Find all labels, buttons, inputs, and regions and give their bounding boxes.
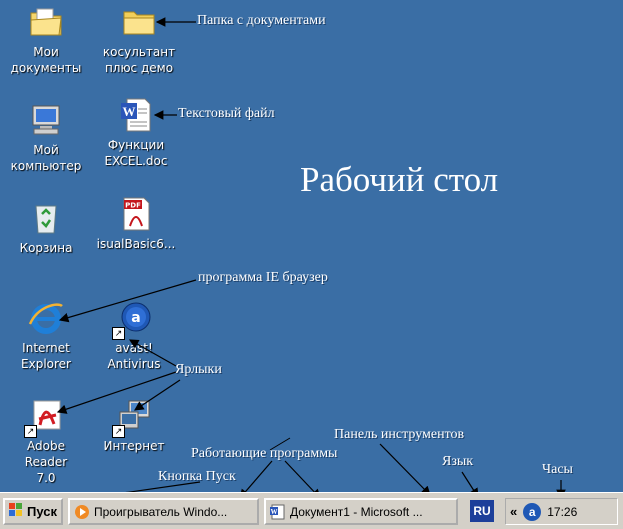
icon-label: avast! — [115, 341, 153, 355]
icon-label: Explorer — [21, 357, 71, 371]
clock[interactable]: 17:26 — [547, 505, 577, 519]
svg-text:PDF: PDF — [125, 202, 141, 210]
icon-label: Мой — [33, 143, 59, 157]
taskbar: Пуск Проигрыватель Windo... W Документ1 … — [0, 492, 623, 529]
icon-label: EXCEL.doc — [104, 154, 168, 168]
recycle-bin-icon — [28, 200, 64, 236]
svg-text:W: W — [271, 508, 278, 516]
icon-label: Adobe Reader — [24, 439, 68, 469]
icon-label: Мои — [33, 45, 59, 59]
icon-label: плюс демо — [104, 61, 174, 75]
icon-label: компьютер — [10, 159, 82, 173]
start-label: Пуск — [27, 504, 57, 519]
language-indicator[interactable]: RU — [470, 500, 494, 522]
taskbar-button-label: Документ1 - Microsoft ... — [290, 504, 423, 519]
annotation-language: Язык — [442, 454, 474, 469]
folder-icon — [121, 4, 157, 40]
start-button[interactable]: Пуск — [3, 498, 63, 525]
annotation-ie-browser: программа IE браузер — [198, 270, 328, 285]
windows-logo-icon — [8, 502, 24, 521]
word-icon: W — [270, 504, 286, 520]
computer-icon — [28, 102, 64, 138]
network-computer-icon: ↗ — [112, 398, 152, 438]
adobe-reader-shortcut-item[interactable]: ↗ Adobe Reader 7.0 — [4, 398, 88, 486]
adobe-reader-icon: ↗ — [24, 398, 64, 438]
icon-label: документы — [10, 61, 82, 75]
shortcut-arrow-icon: ↗ — [112, 425, 125, 438]
icon-label: Функции — [107, 138, 165, 152]
recycle-bin-item[interactable]: Корзина — [4, 200, 88, 256]
annotation-start-button: Кнопка Пуск — [158, 469, 236, 484]
shortcut-arrow-icon: ↗ — [24, 425, 37, 438]
svg-text:a: a — [131, 310, 140, 326]
show-hidden-icons-chevron-icon[interactable]: « — [510, 504, 517, 519]
desktop: Мои документы косультант плюс демо Мой к… — [0, 0, 623, 492]
annotation-folder: Папка с документами — [197, 13, 326, 28]
my-documents-icon — [28, 4, 64, 40]
pdf-icon: PDF — [118, 196, 154, 232]
my-computer-item[interactable]: Мой компьютер — [4, 102, 88, 174]
icon-label: косультант — [102, 45, 176, 59]
icon-label: Antivirus — [107, 357, 161, 371]
icon-label: Internet — [22, 341, 70, 355]
shortcut-arrow-icon: ↗ — [112, 327, 125, 340]
excel-doc-item[interactable]: W Функции EXCEL.doc — [94, 97, 178, 169]
svg-text:W: W — [123, 104, 136, 119]
taskbar-button-label: Проигрыватель Windo... — [94, 504, 228, 519]
media-player-icon — [74, 504, 90, 520]
taskbar-button-word-document[interactable]: W Документ1 - Microsoft ... — [264, 498, 458, 525]
icon-label: Интернет — [103, 439, 165, 453]
consultant-folder-item[interactable]: косультант плюс демо — [97, 4, 181, 76]
icon-label: 7.0 — [36, 471, 56, 485]
taskbar-button-media-player[interactable]: Проигрыватель Windo... — [68, 498, 259, 525]
annotation-text-file: Текстовый файл — [178, 106, 275, 121]
desktop-title: Рабочий стол — [300, 160, 499, 199]
annotation-running-programs: Работающие программы — [191, 446, 338, 461]
pdf-file-item[interactable]: PDF isualBasic6... — [94, 196, 178, 252]
annotation-clock: Часы — [542, 462, 573, 477]
internet-explorer-icon — [28, 300, 64, 336]
system-tray: « a 17:26 — [505, 498, 618, 525]
icon-label: isualBasic6... — [96, 237, 176, 251]
word-document-icon: W — [118, 97, 154, 133]
avast-shortcut-item[interactable]: a ↗ avast! Antivirus — [92, 300, 176, 372]
avast-icon: a ↗ — [112, 300, 152, 340]
annotation-shortcuts: Ярлыки — [175, 362, 222, 377]
annotation-toolbar: Панель инструментов — [334, 427, 465, 442]
my-documents-icon-item[interactable]: Мои документы — [4, 4, 88, 76]
avast-tray-icon[interactable]: a — [523, 502, 542, 521]
icon-label: Корзина — [19, 241, 73, 255]
internet-shortcut-item[interactable]: ↗ Интернет — [92, 398, 176, 454]
internet-explorer-item[interactable]: Internet Explorer — [4, 300, 88, 372]
